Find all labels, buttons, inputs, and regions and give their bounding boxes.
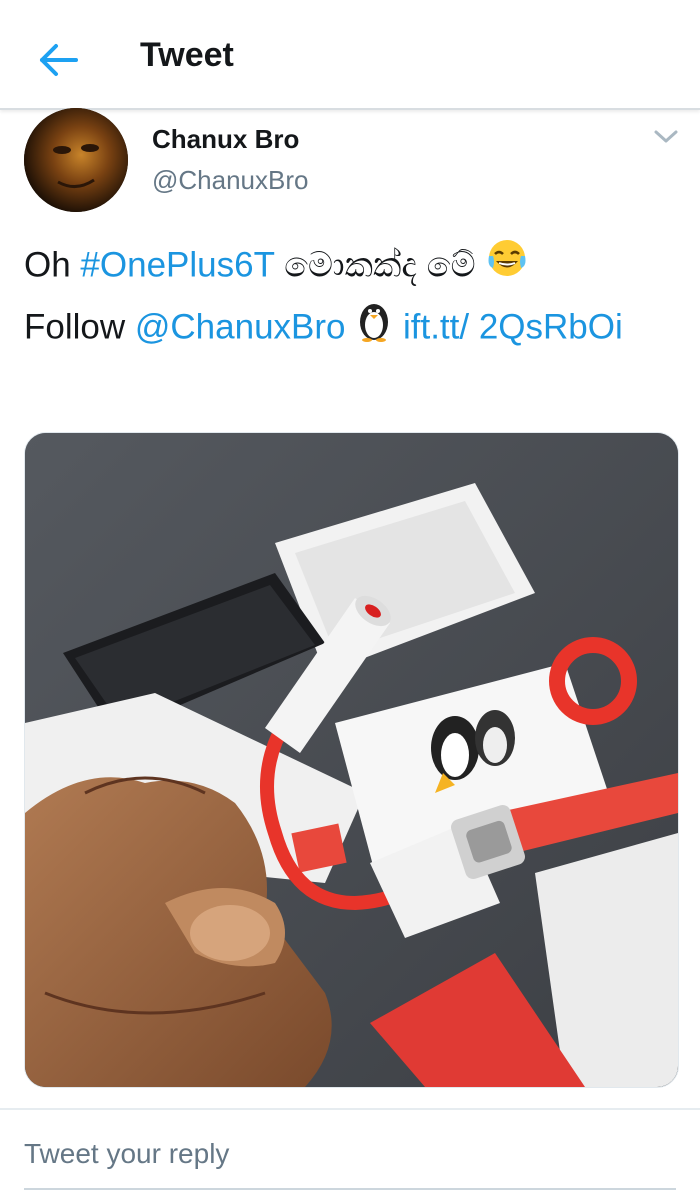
tweet-photo[interactable]: [24, 432, 679, 1088]
back-button[interactable]: [38, 40, 80, 80]
tweet-text-prefix: Oh: [24, 245, 81, 285]
penguin-emoji: [355, 298, 393, 360]
tweet-text-line2-prefix: Follow: [24, 307, 135, 347]
tweet-text: Oh #OnePlus6T මොකක්ද මේ Follow @ChanuxBr…: [24, 236, 664, 360]
top-bar: Tweet: [0, 0, 700, 110]
chevron-down-icon: [654, 130, 678, 143]
page-title: Tweet: [140, 36, 234, 74]
hashtag-link[interactable]: #OnePlus6T: [80, 245, 274, 284]
reply-input-underline: [24, 1188, 676, 1190]
author-handle[interactable]: @ChanuxBro: [152, 165, 308, 196]
arrow-left-icon: [40, 44, 78, 76]
reply-input[interactable]: Tweet your reply: [24, 1138, 229, 1170]
tweet-options-button[interactable]: [652, 128, 680, 146]
avatar[interactable]: [24, 108, 128, 212]
author-name[interactable]: Chanux Bro: [152, 124, 299, 155]
tweet-text-sinhala: මොකක්ද මේ: [274, 245, 486, 285]
short-link[interactable]: ift.tt/ 2QsRbOi: [403, 307, 623, 346]
mention-link[interactable]: @ChanuxBro: [135, 307, 346, 346]
divider: [0, 1108, 700, 1110]
tears-of-joy-emoji: [485, 236, 529, 298]
